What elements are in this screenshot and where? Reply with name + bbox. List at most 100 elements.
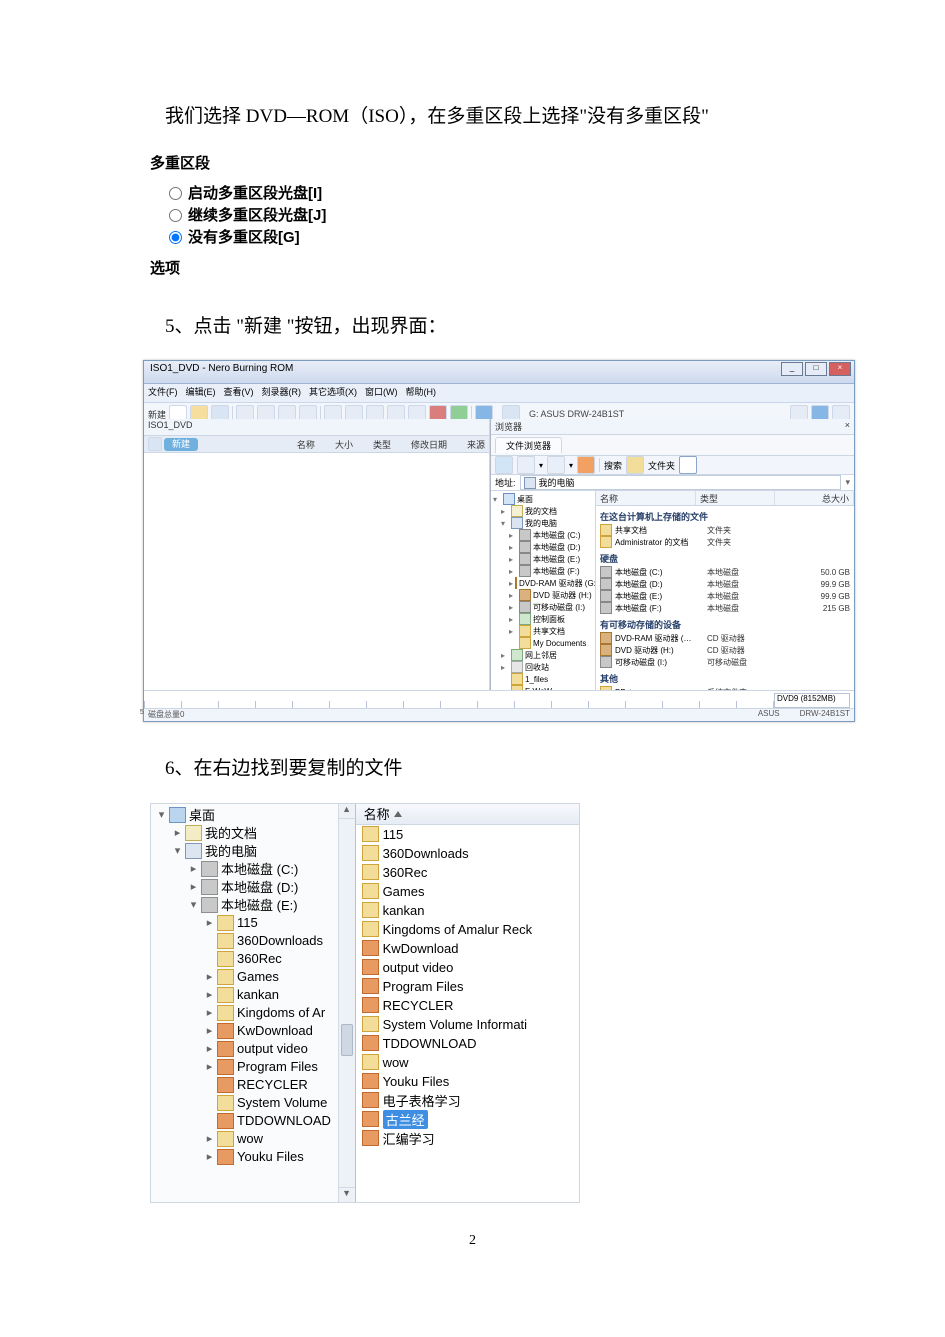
minimize-button[interactable]: _: [781, 362, 803, 376]
tree-item[interactable]: ▸回收站: [493, 661, 593, 673]
tree-toggle-icon[interactable]: ▸: [509, 591, 517, 600]
tree-toggle-icon[interactable]: ▸: [501, 663, 509, 672]
tree-toggle-icon[interactable]: ▸: [205, 916, 214, 929]
scroll-up-icon[interactable]: ▲: [339, 804, 355, 819]
file-list[interactable]: 名称 类型 总大小 在这台计算机上存储的文件共享文档文件夹Administrat…: [596, 491, 854, 711]
tree-item[interactable]: RECYCLER: [153, 1076, 353, 1094]
tree-toggle-icon[interactable]: ▸: [501, 507, 509, 516]
scroll-down-icon[interactable]: ▼: [339, 1187, 355, 1202]
folder-tree[interactable]: ▾桌面▸我的文档▾我的电脑▸本地磁盘 (C:)▸本地磁盘 (D:)▸本地磁盘 (…: [491, 491, 596, 711]
tree-item[interactable]: My Documents: [493, 637, 593, 649]
tree-item[interactable]: ▸output video: [153, 1040, 353, 1058]
tab-file-browser[interactable]: 文件浏览器: [495, 437, 562, 453]
tree-toggle-icon[interactable]: ▸: [205, 1150, 214, 1163]
up-icon[interactable]: [547, 456, 565, 474]
scrollbar[interactable]: ▲ ▼: [338, 804, 355, 1202]
multisession-option[interactable]: 继续多重区段光盘[J]: [164, 203, 390, 225]
list-item[interactable]: 360Downloads: [356, 844, 579, 863]
tree-toggle-icon[interactable]: ▾: [493, 495, 501, 504]
tree-item[interactable]: ▸Games: [153, 968, 353, 986]
tree-item[interactable]: ▸115: [153, 914, 353, 932]
tree-item[interactable]: 360Rec: [153, 950, 353, 968]
tree-toggle-icon[interactable]: ▸: [205, 1060, 214, 1073]
tree-item[interactable]: ▸可移动磁盘 (I:): [493, 601, 593, 613]
tree-toggle-icon[interactable]: ▸: [205, 1132, 214, 1145]
radio-input[interactable]: [169, 231, 182, 244]
tree-toggle-icon[interactable]: ▸: [205, 1042, 214, 1055]
tree-toggle-icon[interactable]: ▸: [509, 627, 517, 636]
tree-item[interactable]: ▸KwDownload: [153, 1022, 353, 1040]
tree-toggle-icon[interactable]: ▸: [509, 615, 517, 624]
col-type[interactable]: 类型: [696, 491, 775, 505]
list-item[interactable]: 本地磁盘 (D:)本地磁盘99.9 GB: [596, 578, 854, 590]
list-item[interactable]: 360Rec: [356, 863, 579, 882]
burn-icon[interactable]: [577, 456, 595, 474]
close-button[interactable]: ×: [829, 362, 851, 376]
col-header[interactable]: 类型: [373, 438, 391, 451]
menu-item[interactable]: 文件(F): [148, 387, 178, 397]
list-item[interactable]: TDDOWNLOAD: [356, 1034, 579, 1053]
list-item[interactable]: 本地磁盘 (F:)本地磁盘215 GB: [596, 602, 854, 614]
list-item[interactable]: wow: [356, 1053, 579, 1072]
tree-item[interactable]: ▸控制面板: [493, 613, 593, 625]
tree-toggle-icon[interactable]: ▾: [189, 898, 198, 911]
tree-item[interactable]: ▾我的电脑: [493, 517, 593, 529]
maximize-button[interactable]: □: [805, 362, 827, 376]
menu-item[interactable]: 其它选项(X): [309, 387, 357, 397]
new-chip[interactable]: 新建: [164, 438, 198, 451]
tree-item[interactable]: ▸Program Files: [153, 1058, 353, 1076]
list-item[interactable]: 115: [356, 825, 579, 844]
tree-toggle-icon[interactable]: ▸: [205, 988, 214, 1001]
tree-toggle-icon[interactable]: ▸: [509, 543, 517, 552]
tree-toggle-icon[interactable]: ▾: [157, 808, 166, 821]
menu-item[interactable]: 窗口(W): [365, 387, 398, 397]
tree-item[interactable]: ▾桌面: [493, 493, 593, 505]
tree-toggle-icon[interactable]: ▸: [189, 862, 198, 875]
explorer-tree[interactable]: ▾桌面▸我的文档▾我的电脑▸本地磁盘 (C:)▸本地磁盘 (D:)▾本地磁盘 (…: [150, 803, 356, 1203]
list-item[interactable]: Youku Files: [356, 1072, 579, 1091]
list-col-name[interactable]: 名称: [364, 804, 390, 823]
list-item[interactable]: 汇编学习: [356, 1129, 579, 1148]
explorer-list[interactable]: 名称 115360Downloads360RecGameskankanKingd…: [356, 803, 580, 1203]
tree-toggle-icon[interactable]: ▸: [189, 880, 198, 893]
tree-toggle-icon[interactable]: ▸: [173, 826, 182, 839]
multisession-option[interactable]: 没有多重区段[G]: [164, 225, 390, 247]
tree-item[interactable]: ▸本地磁盘 (C:): [153, 860, 353, 878]
tree-item[interactable]: ▸本地磁盘 (F:): [493, 565, 593, 577]
menu-item[interactable]: 帮助(H): [406, 387, 437, 397]
list-item[interactable]: 古兰经: [356, 1110, 579, 1129]
list-item[interactable]: 共享文档文件夹: [596, 524, 854, 536]
multisession-option[interactable]: 启动多重区段光盘[I]: [164, 181, 390, 203]
list-item[interactable]: 本地磁盘 (E:)本地磁盘99.9 GB: [596, 590, 854, 602]
tree-item[interactable]: ▸本地磁盘 (D:): [153, 878, 353, 896]
list-item[interactable]: Kingdoms of Amalur Reck: [356, 920, 579, 939]
tree-item[interactable]: 1_files: [493, 673, 593, 685]
menu-item[interactable]: 刻录器(R): [262, 387, 302, 397]
list-item[interactable]: Administrator 的文档文件夹: [596, 536, 854, 548]
tree-item[interactable]: ▾本地磁盘 (E:): [153, 896, 353, 914]
tree-toggle-icon[interactable]: ▸: [509, 555, 517, 564]
tree-toggle-icon[interactable]: ▾: [173, 844, 182, 857]
menu-item[interactable]: 编辑(E): [186, 387, 216, 397]
tree-toggle-icon[interactable]: ▸: [501, 651, 509, 660]
tree-toggle-icon[interactable]: ▸: [205, 1024, 214, 1037]
radio-input[interactable]: [169, 187, 182, 200]
tree-item[interactable]: ▸DVD-RAM 驱动器 (G:): [493, 577, 593, 589]
list-item[interactable]: Games: [356, 882, 579, 901]
scroll-thumb[interactable]: [341, 1024, 353, 1056]
tree-item[interactable]: System Volume: [153, 1094, 353, 1112]
tree-toggle-icon[interactable]: ▸: [205, 970, 214, 983]
tree-item[interactable]: ▸本地磁盘 (D:): [493, 541, 593, 553]
tree-item[interactable]: ▸网上邻居: [493, 649, 593, 661]
tree-toggle-icon[interactable]: ▸: [509, 567, 517, 576]
list-item[interactable]: 本地磁盘 (C:)本地磁盘50.0 GB: [596, 566, 854, 578]
tree-item[interactable]: ▸kankan: [153, 986, 353, 1004]
capacity-combo[interactable]: DVD9 (8152MB): [774, 693, 850, 708]
list-item[interactable]: Program Files: [356, 977, 579, 996]
list-item[interactable]: 可移动磁盘 (I:)可移动磁盘: [596, 656, 854, 668]
tree-item[interactable]: ▾桌面: [153, 806, 353, 824]
list-item[interactable]: System Volume Informati: [356, 1015, 579, 1034]
menu-item[interactable]: 查看(V): [224, 387, 254, 397]
forward-icon[interactable]: [517, 456, 535, 474]
radio-input[interactable]: [169, 209, 182, 222]
